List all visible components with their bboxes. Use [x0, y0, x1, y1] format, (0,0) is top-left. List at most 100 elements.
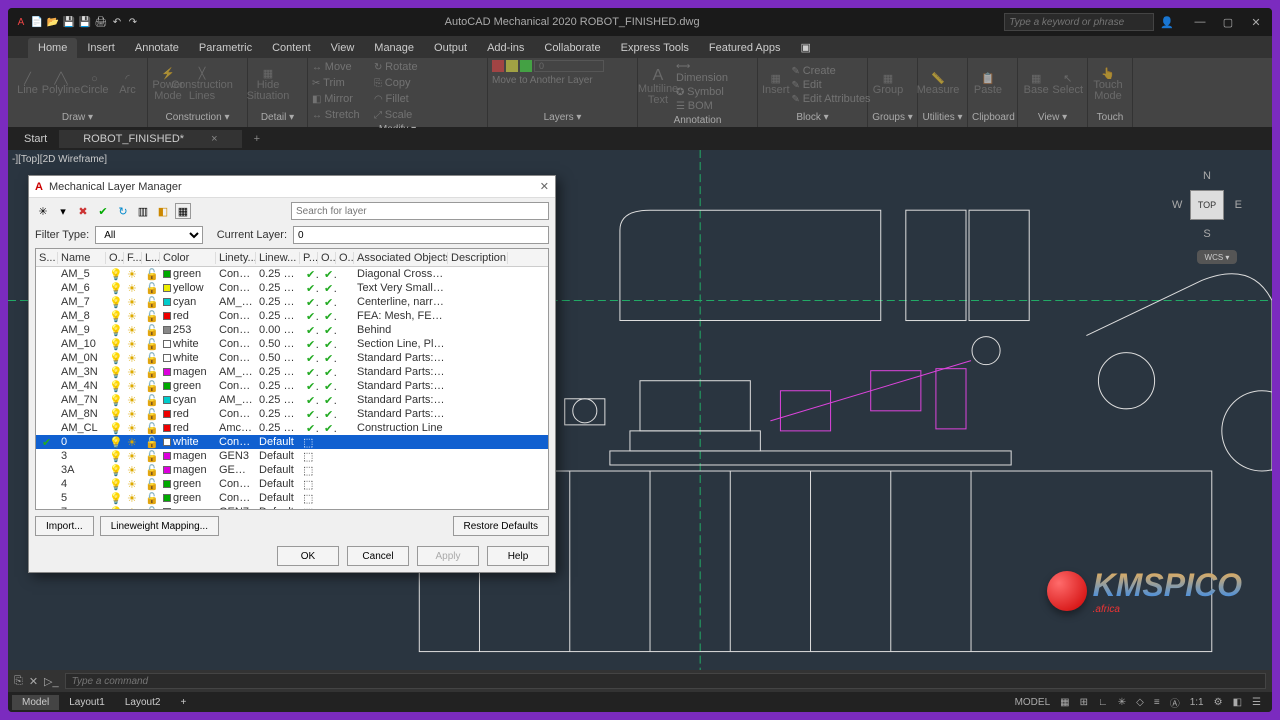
open-icon[interactable]: 📂: [46, 15, 60, 29]
layer-row[interactable]: 4💡☀🔓greenContinu...Default⬚: [36, 477, 548, 491]
status-anno-icon[interactable]: Ⓐ: [1167, 695, 1183, 710]
current-layer-field[interactable]: [293, 226, 549, 244]
status-scale-icon[interactable]: 1:1: [1187, 697, 1207, 708]
tab-content[interactable]: Content: [262, 38, 321, 58]
status-model[interactable]: MODEL: [1012, 697, 1054, 708]
new-icon[interactable]: 📄: [30, 15, 44, 29]
add-layout-button[interactable]: +: [170, 695, 196, 710]
cancel-button[interactable]: Cancel: [347, 546, 409, 566]
plot-icon[interactable]: 🖨: [94, 15, 108, 29]
cmd-custom-icon[interactable]: ⎘: [14, 675, 23, 688]
panel-view-label[interactable]: View ▾: [1022, 110, 1083, 125]
tab-annotate[interactable]: Annotate: [125, 38, 189, 58]
construction-lines-button[interactable]: ╳ConstructionLines: [186, 69, 218, 101]
dropdown-icon[interactable]: ▾: [55, 203, 71, 219]
panel-block-label[interactable]: Block ▾: [762, 110, 863, 125]
tab-file[interactable]: ROBOT_FINISHED* ×: [59, 130, 241, 148]
set-current-icon[interactable]: ✔: [95, 203, 111, 219]
mtext-button[interactable]: AMultilineText: [642, 71, 674, 103]
close-button[interactable]: ✕: [1246, 16, 1266, 29]
layout-tabs[interactable]: Model Layout1 Layout2 + MODEL ▦ ⊞ ∟ ✳ ◇ …: [8, 692, 1272, 712]
import-button[interactable]: Import...: [35, 516, 94, 536]
tab-collaborate[interactable]: Collaborate: [534, 38, 610, 58]
help-button[interactable]: Help: [487, 546, 549, 566]
tab-insert[interactable]: Insert: [77, 38, 125, 58]
tab-addins[interactable]: Add-ins: [477, 38, 534, 58]
new-tab-button[interactable]: +: [242, 130, 266, 148]
tab-manage[interactable]: Manage: [364, 38, 424, 58]
layer-row[interactable]: AM_7💡☀🔓cyanAM_ISO...0.25 mm✔✔Centerline,…: [36, 295, 548, 309]
copy-button[interactable]: ⎘ Copy: [374, 76, 434, 90]
command-input[interactable]: [65, 673, 1266, 689]
refresh-icon[interactable]: ↻: [115, 203, 131, 219]
base-button[interactable]: ▦Base: [1022, 69, 1050, 101]
tab-start[interactable]: Start: [12, 130, 59, 148]
maximize-button[interactable]: ▢: [1218, 16, 1238, 29]
tab-output[interactable]: Output: [424, 38, 477, 58]
app-menu-icon[interactable]: A: [14, 15, 28, 29]
move-layer-button[interactable]: Move to Another Layer: [492, 74, 632, 87]
layer-row[interactable]: AM_CL💡☀🔓redAmconstr0.25 mm✔✔Construction…: [36, 421, 548, 435]
layer-row[interactable]: AM_3N💡☀🔓magenAM_ISO...0.25 mm✔✔Standard …: [36, 365, 548, 379]
layer-row[interactable]: 7💡☀🔓cyanGEN7Default⬚: [36, 505, 548, 509]
layer-row[interactable]: 5💡☀🔓greenContinu...Default⬚: [36, 491, 548, 505]
fillet-button[interactable]: ◠ Fillet: [374, 92, 434, 106]
tab-parametric[interactable]: Parametric: [189, 38, 262, 58]
help-search-input[interactable]: [1004, 13, 1154, 31]
bom-button[interactable]: ☰ BOM: [676, 99, 736, 113]
apply-button[interactable]: Apply: [417, 546, 479, 566]
arc-button[interactable]: ◜Arc: [112, 69, 143, 101]
polyline-button[interactable]: ╱╲Polyline: [45, 69, 77, 101]
status-polar-icon[interactable]: ✳: [1115, 697, 1129, 708]
status-ortho-icon[interactable]: ∟: [1095, 697, 1111, 708]
block-editattr-button[interactable]: ✎ Edit Attributes: [792, 92, 872, 106]
minimize-button[interactable]: —: [1190, 16, 1210, 29]
panel-utilities-label[interactable]: Utilities ▾: [922, 110, 963, 125]
layer-row[interactable]: AM_4N💡☀🔓greenContinu...0.25 mm✔✔Standard…: [36, 379, 548, 393]
block-create-button[interactable]: ✎ Create: [792, 64, 852, 78]
status-gear-icon[interactable]: ⚙: [1211, 697, 1226, 708]
block-edit-button[interactable]: ✎ Edit: [792, 78, 852, 92]
tab-home[interactable]: Home: [28, 38, 77, 58]
filter-icon[interactable]: ◧: [155, 203, 171, 219]
mirror-button[interactable]: ◧ Mirror: [312, 92, 372, 106]
layer-row[interactable]: ✔0💡☀🔓whiteContinu...Default⬚: [36, 435, 548, 449]
ribbon-tabs[interactable]: Home Insert Annotate Parametric Content …: [8, 36, 1272, 58]
circle-button[interactable]: ○Circle: [79, 69, 110, 101]
undo-icon[interactable]: ↶: [110, 15, 124, 29]
view-cube[interactable]: N S W E TOP: [1172, 170, 1242, 240]
status-snap-icon[interactable]: ⊞: [1077, 697, 1091, 708]
lineweight-mapping-button[interactable]: Lineweight Mapping...: [100, 516, 219, 536]
tab-view[interactable]: View: [321, 38, 365, 58]
wcs-dropdown[interactable]: WCS ▾: [1197, 250, 1237, 264]
settings-icon[interactable]: ▦: [175, 203, 191, 219]
close-tab-icon[interactable]: ×: [199, 130, 229, 148]
trim-button[interactable]: ✂ Trim: [312, 76, 372, 90]
status-osnap-icon[interactable]: ◇: [1133, 697, 1147, 708]
paste-button[interactable]: 📋Paste: [972, 69, 1004, 101]
layer-row[interactable]: AM_8N💡☀🔓redContinu...0.25 mm✔✔Standard P…: [36, 407, 548, 421]
tab-extra-icon[interactable]: ▣: [790, 37, 820, 58]
saveas-icon[interactable]: 💾: [78, 15, 92, 29]
layer-dropdown[interactable]: 0: [534, 60, 604, 72]
layer-row[interactable]: AM_10💡☀🔓whiteContinu...0.50 mm✔✔Section …: [36, 337, 548, 351]
states-icon[interactable]: ▥: [135, 203, 151, 219]
new-layer-icon[interactable]: ✳: [35, 203, 51, 219]
command-bar[interactable]: ⎘ ✕ ▷_: [8, 670, 1272, 692]
group-button[interactable]: ▦Group: [872, 69, 904, 101]
save-icon[interactable]: 💾: [62, 15, 76, 29]
stretch-button[interactable]: ↔ Stretch: [312, 108, 372, 122]
panel-layers-label[interactable]: Layers ▾: [492, 110, 633, 125]
panel-groups-label[interactable]: Groups ▾: [872, 110, 913, 125]
measure-button[interactable]: 📏Measure: [922, 69, 954, 101]
layer-row[interactable]: AM_6💡☀🔓yellowContinu...0.25 mm✔✔Text Ver…: [36, 281, 548, 295]
dialog-close-button[interactable]: ✕: [540, 180, 549, 193]
restore-defaults-button[interactable]: Restore Defaults: [453, 516, 549, 536]
ok-button[interactable]: OK: [277, 546, 339, 566]
panel-draw-label[interactable]: Draw ▾: [12, 110, 143, 125]
select-button[interactable]: ↖Select: [1052, 69, 1083, 101]
doc-tabs[interactable]: Start ROBOT_FINISHED* × +: [8, 128, 1272, 150]
tab-layout1[interactable]: Layout1: [59, 695, 115, 710]
dialog-titlebar[interactable]: A Mechanical Layer Manager ✕: [29, 176, 555, 198]
panel-detail-label[interactable]: Detail ▾: [252, 110, 303, 125]
